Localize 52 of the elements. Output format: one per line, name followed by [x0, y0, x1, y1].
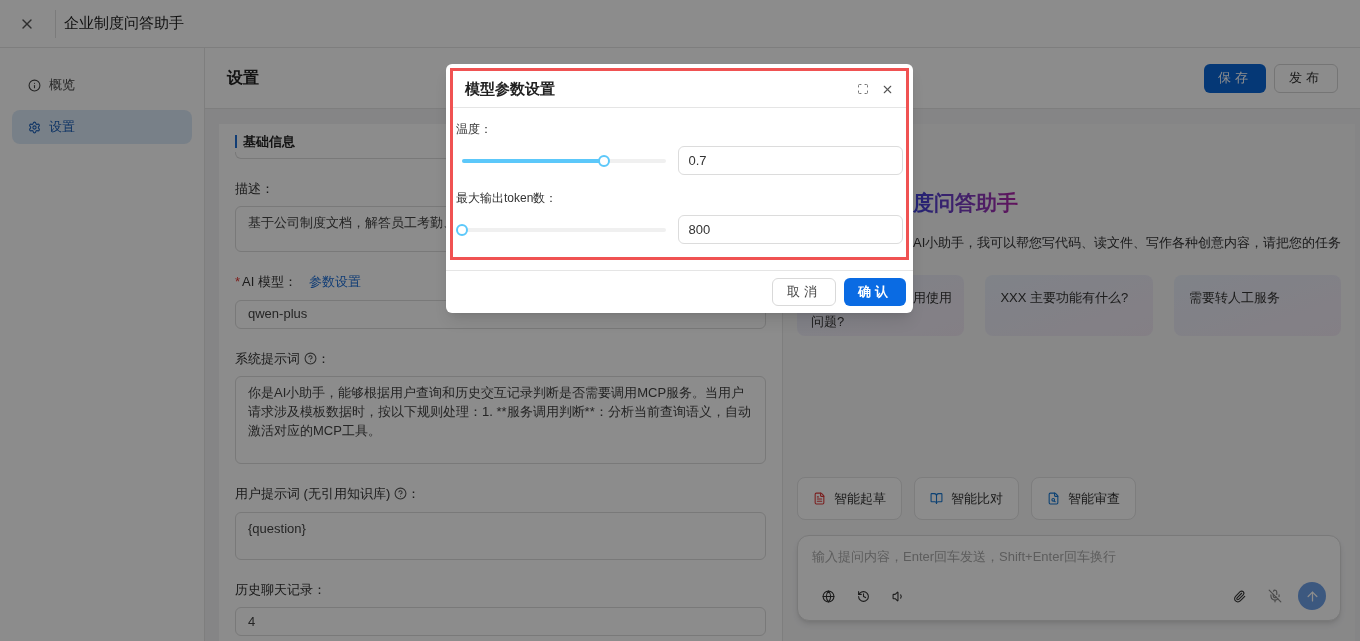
- tool-button[interactable]: 智能起草: [797, 477, 902, 520]
- cancel-button[interactable]: 取消: [772, 278, 837, 306]
- speaker-icon[interactable]: [892, 589, 905, 603]
- expand-icon[interactable]: [857, 83, 869, 95]
- field-label: 描述：: [235, 179, 274, 198]
- publish-button[interactable]: 发布: [1274, 63, 1338, 93]
- label-colon: ：: [317, 349, 330, 368]
- label-colon: ：: [407, 485, 421, 503]
- globe-icon[interactable]: [822, 589, 835, 603]
- suggestion-text: 问题?: [811, 312, 846, 331]
- sidebar-item[interactable]: 设置: [12, 110, 192, 144]
- parameter-label: 最大输出token数：: [456, 190, 559, 207]
- required-mark: *: [235, 273, 241, 291]
- info-icon: [28, 78, 41, 92]
- help-icon[interactable]: [304, 351, 317, 365]
- parameter-settings-link[interactable]: 参数设置: [308, 272, 361, 292]
- field-label: 系统提示词: [235, 349, 300, 368]
- section-title: 基础信息: [243, 133, 295, 151]
- input-field[interactable]: 4: [235, 607, 766, 636]
- text-area[interactable]: 你是AI小助手，能够根据用户查询和历史交互记录判断是否需要调用MCP服务。当用户请求涉及模板数据时，按以下规则处理：1. **服务调用判断**：分析当前查询语义，自动激活对应的MCP工具。: [235, 376, 766, 464]
- modal-title: 模型参数设置: [465, 78, 555, 99]
- app-title: 企业制度问答助手: [64, 13, 184, 34]
- welcome-text: AI小助手，我可以帮您写代码、读文件、写作各种创意内容，请把您的任务: [913, 233, 1342, 252]
- suggestion-text: 用使用: [913, 289, 953, 307]
- confirm-button[interactable]: 确认: [844, 278, 906, 306]
- number-input[interactable]: 0.7: [677, 146, 903, 175]
- suggestion-card[interactable]: XXX 主要功能有什么?: [985, 275, 1153, 336]
- field-label: 用户提示词 (无引用知识库): [235, 485, 391, 503]
- history-icon[interactable]: [857, 589, 870, 603]
- number-input[interactable]: 800: [677, 215, 903, 244]
- suggestion-card[interactable]: 需要转人工服务: [1173, 275, 1342, 336]
- field-label: AI 模型：: [242, 273, 297, 291]
- sidebar-item[interactable]: 概览: [12, 68, 192, 102]
- suggestion-text: 需要转人工服务: [1188, 289, 1281, 307]
- help-icon[interactable]: [394, 487, 408, 501]
- slider-handle[interactable]: [598, 154, 611, 167]
- microphone-off-icon[interactable]: [1268, 589, 1283, 603]
- tool-button[interactable]: 智能审查: [1031, 477, 1136, 520]
- field-label: 历史聊天记录：: [235, 580, 326, 599]
- document-search-icon: [1047, 492, 1060, 505]
- slider-handle[interactable]: [456, 223, 468, 236]
- book-icon: [930, 492, 943, 505]
- tool-button[interactable]: 智能比对: [914, 477, 1019, 520]
- settings-icon: [28, 120, 41, 134]
- attachment-icon[interactable]: [1233, 589, 1247, 603]
- save-button[interactable]: 保存: [1204, 63, 1267, 93]
- send-button[interactable]: [1298, 582, 1327, 610]
- text-area[interactable]: {question}: [235, 511, 766, 560]
- suggestion-text: XXX 主要功能有什么?: [1000, 289, 1130, 307]
- parameter-label: 温度：: [456, 121, 493, 138]
- document-icon: [813, 492, 826, 505]
- page-title: 设置: [227, 68, 259, 88]
